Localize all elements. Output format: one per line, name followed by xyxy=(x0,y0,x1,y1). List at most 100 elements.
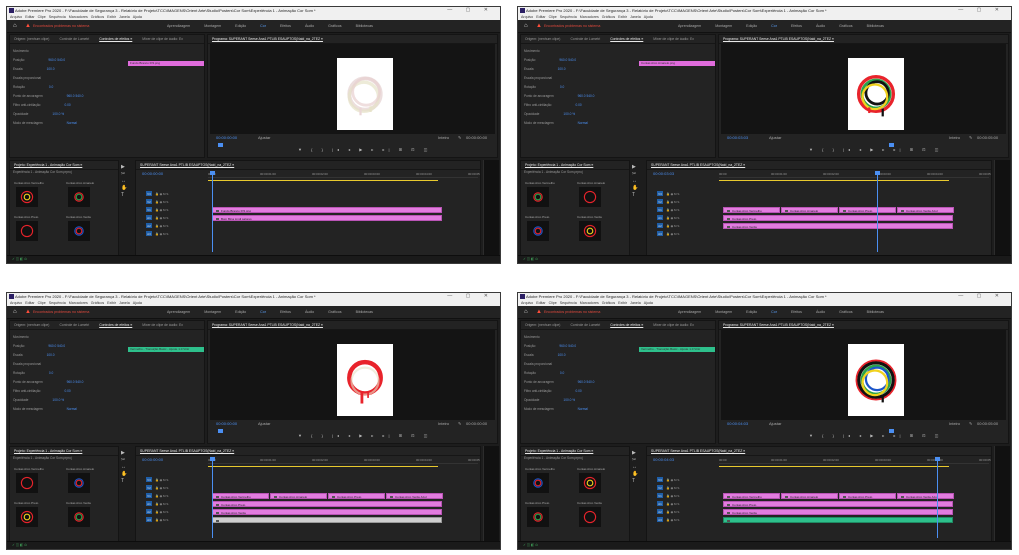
effect-row-value[interactable]: 0.0 xyxy=(560,85,564,89)
timeline-tab[interactable]: SUPERANT Seese Ana1 PTLIB ESAUPTOS(Naid_… xyxy=(140,449,234,453)
track-target-toggle[interactable]: V1 xyxy=(657,493,663,498)
track-header[interactable]: A1 🔒 ◉ M S xyxy=(146,501,168,507)
effect-row[interactable]: Posição 960.0 540.0 xyxy=(13,344,65,349)
track-lock-icon[interactable]: 🔒 ◉ M S xyxy=(155,232,168,236)
timeline-playhead[interactable] xyxy=(877,172,878,252)
track-target-toggle[interactable]: A3 xyxy=(146,517,152,522)
effect-row[interactable]: Modo de mesclagem Normal xyxy=(524,121,588,126)
timeline-tab[interactable]: SUPERANT Seese Ana1 PTLIB ESAUPTOS(Naid_… xyxy=(651,449,745,453)
menu-item[interactable]: Ajuda xyxy=(133,15,142,19)
track-target-toggle[interactable]: V3 xyxy=(657,477,663,482)
track-target-toggle[interactable]: A3 xyxy=(146,231,152,236)
timeline-clip[interactable]: Contas Arco Preto xyxy=(839,207,896,213)
effect-row[interactable]: Modo de mesclagem Normal xyxy=(13,121,77,126)
program-timecode[interactable]: 00:00:04:03 xyxy=(727,421,748,426)
workspace-tab[interactable]: Bibliotecas xyxy=(867,24,884,28)
program-timecode[interactable]: 00:00:03:03 xyxy=(727,135,748,140)
workspace-tab[interactable]: Edição xyxy=(235,24,246,28)
status-icons[interactable]: ✓ ◫ ◧ ⊙ xyxy=(523,543,538,547)
timeline-timecode[interactable]: 00:00:03:03 xyxy=(653,171,674,176)
tool-icon[interactable]: ✂ xyxy=(121,171,133,178)
program-timecode[interactable]: 00:00:00:00 xyxy=(216,421,237,426)
track-lock-icon[interactable]: 🔒 ◉ M S xyxy=(155,518,168,522)
tool-icon[interactable]: T xyxy=(121,192,133,199)
menu-item[interactable]: Arquivo xyxy=(521,15,533,19)
tool-icon[interactable]: ↔ xyxy=(632,178,644,185)
timeline-clip[interactable] xyxy=(723,517,953,523)
effect-row[interactable]: Ponto de ancoragem 960.0 540.0 xyxy=(524,380,594,385)
workspace-tab[interactable]: Áudio xyxy=(305,24,314,28)
timeline-clip[interactable]: Contas Arco Amarelo xyxy=(270,493,327,499)
menu-item[interactable]: Exibir xyxy=(618,301,627,305)
workspace-tab[interactable]: Áudio xyxy=(305,310,314,314)
track-lock-icon[interactable]: 🔒 ◉ M S xyxy=(155,510,168,514)
timeline-clip[interactable]: Contas Arco Verde xyxy=(723,509,953,515)
effect-panel-tab[interactable]: Controles de efeitos ≡ xyxy=(99,323,132,327)
project-thumbnail[interactable] xyxy=(16,507,38,527)
workspace-tab[interactable]: Gráficos xyxy=(328,24,341,28)
program-timecode[interactable]: 00:00:00:00 xyxy=(216,135,237,140)
track-lock-icon[interactable]: 🔒 ◉ M S xyxy=(666,224,679,228)
menu-item[interactable]: Sequência xyxy=(560,301,577,305)
track-target-toggle[interactable]: A3 xyxy=(657,231,663,236)
effect-row-value[interactable]: 0.0 xyxy=(49,371,53,375)
effect-row[interactable]: Posição 960.0 540.0 xyxy=(524,344,576,349)
effect-row-value[interactable]: 100.0 xyxy=(558,353,566,357)
effect-row-value[interactable]: 960.0 540.0 xyxy=(559,344,576,348)
work-area-bar[interactable] xyxy=(719,180,949,181)
tools-panel[interactable]: ▶ ✂ ↔ ✋ T xyxy=(632,450,644,485)
effect-row[interactable]: Filtro anti-cintilação 0.00 xyxy=(524,103,582,108)
effect-row[interactable]: Posição 960.0 540.0 xyxy=(524,58,576,63)
tool-icon[interactable]: ▶ xyxy=(121,450,133,457)
track-lock-icon[interactable]: 🔒 ◉ M S xyxy=(155,216,168,220)
track-lock-icon[interactable]: 🔒 ◉ M S xyxy=(666,192,679,196)
effect-row-value[interactable]: 100.0 % xyxy=(563,112,575,116)
menu-item[interactable]: Marcadores xyxy=(69,301,88,305)
timeline-playhead-handle[interactable] xyxy=(935,457,940,461)
menu-item[interactable]: Ajuda xyxy=(133,301,142,305)
track-header[interactable]: V2 🔒 ◉ M S xyxy=(146,199,168,205)
workspace-tab[interactable]: Cor xyxy=(260,24,266,28)
track-lock-icon[interactable]: 🔒 ◉ M S xyxy=(666,232,679,236)
workspace-tab[interactable]: Gráficos xyxy=(839,24,852,28)
project-tab[interactable]: Projeto: Experiência 1 - Animação Cor So… xyxy=(14,449,82,453)
timeline-playhead[interactable] xyxy=(212,458,213,538)
fit-dropdown[interactable]: Ajustar xyxy=(258,135,270,140)
fit-dropdown[interactable]: Ajustar xyxy=(769,421,781,426)
warning-icon[interactable]: ▲ xyxy=(536,306,542,318)
timeline-ruler[interactable]: 00:0000:00:01:0000:00:02:0000:00:03:0000… xyxy=(208,458,480,464)
workspace-tab[interactable]: Gráficos xyxy=(328,310,341,314)
menu-item[interactable]: Sequência xyxy=(560,15,577,19)
wrench-icon[interactable]: ✎ xyxy=(458,135,461,140)
project-thumbnail[interactable] xyxy=(16,221,38,241)
track-header[interactable]: A1 🔒 ◉ M S xyxy=(146,215,168,221)
effect-row-value[interactable]: 960.0 540.0 xyxy=(559,58,576,62)
effect-row-value[interactable]: 0.00 xyxy=(64,103,70,107)
menu-item[interactable]: Gráficos xyxy=(602,301,615,305)
track-header[interactable]: V1 🔒 ◉ M S xyxy=(657,493,679,499)
effect-row-value[interactable]: 0.0 xyxy=(49,85,53,89)
effect-row[interactable]: Escala proporcional xyxy=(524,362,576,367)
timeline-playhead[interactable] xyxy=(212,172,213,252)
effect-row-value[interactable]: Normal xyxy=(578,407,588,411)
project-thumbnail[interactable] xyxy=(527,473,549,493)
timeline-clip[interactable]: Contas Arco Verde xyxy=(723,223,953,229)
track-header[interactable]: A2 🔒 ◉ M S xyxy=(146,223,168,229)
menu-item[interactable]: Arquivo xyxy=(521,301,533,305)
effect-row[interactable]: Movimento xyxy=(13,49,53,54)
menu-item[interactable]: Gráficos xyxy=(602,15,615,19)
effect-panel-tab[interactable]: Mixer de clipe de áudio: Ex xyxy=(142,323,183,327)
track-target-toggle[interactable]: A1 xyxy=(657,501,663,506)
timeline-tab[interactable]: SUPERANT Seese Ana1 PTLIB ESAUPTOS(Naid_… xyxy=(651,163,745,167)
track-target-toggle[interactable]: V1 xyxy=(146,207,152,212)
timeline-tab[interactable]: SUPERANT Seese Ana1 PTLIB ESAUPTOS(Naid_… xyxy=(140,163,234,167)
effect-row[interactable]: Opacidade 100.0 % xyxy=(524,398,575,403)
tool-icon[interactable]: ✋ xyxy=(632,471,644,478)
track-lock-icon[interactable]: 🔒 ◉ M S xyxy=(155,208,168,212)
menu-item[interactable]: Sequência xyxy=(49,301,66,305)
timeline-clip[interactable]: Contas Arco Preto xyxy=(723,501,953,507)
tool-icon[interactable]: T xyxy=(632,478,644,485)
tool-icon[interactable]: ▶ xyxy=(632,164,644,171)
tool-icon[interactable]: ▶ xyxy=(121,164,133,171)
track-lock-icon[interactable]: 🔒 ◉ M S xyxy=(666,478,679,482)
